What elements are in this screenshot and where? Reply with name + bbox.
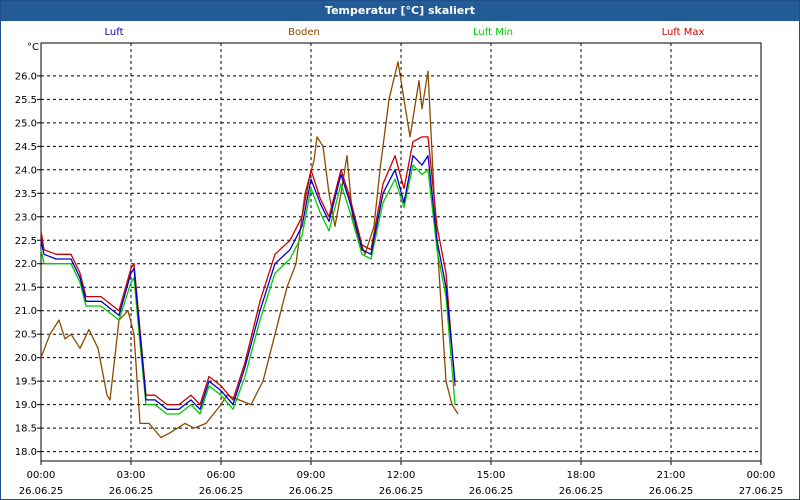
x-tick-time-label: 00:00 [27, 470, 56, 481]
y-tick-label: 22.5 [15, 236, 37, 247]
y-tick-label: 25.5 [15, 95, 37, 106]
y-tick-label: 23.0 [15, 212, 37, 223]
x-tick-date-label: 26.06.25 [199, 486, 244, 497]
y-tick-label: 18.5 [15, 424, 37, 435]
legend-entry-luft: Luft [105, 27, 124, 38]
y-tick-label: 21.5 [15, 283, 37, 294]
y-tick-label: 20.5 [15, 330, 37, 341]
line-chart: 18.0 18.5 19.0 19.5 20.0 20.5 21.0 21.5 22.0 22.5… [15, 27, 784, 497]
x-tick-date-label: 26.06.25 [559, 486, 604, 497]
x-tick-date-label: 27.06.25 [739, 486, 784, 497]
y-tick-label: 26.0 [15, 71, 37, 82]
y-tick-label: 21.0 [15, 306, 37, 317]
y-tick-label: 19.5 [15, 377, 37, 388]
y-tick-label: 24.5 [15, 142, 37, 153]
y-tick-label: 20.0 [15, 353, 37, 364]
grid-lines [41, 43, 761, 461]
chart-window: Temperatur [°C] skaliert 18.0 18.5 19.0 19.… [0, 0, 800, 500]
x-tick-date-label: 26.06.25 [469, 486, 514, 497]
y-axis: 18.0 18.5 19.0 19.5 20.0 20.5 21.0 21.5 22.0 22.5… [15, 71, 41, 458]
x-tick-time-label: 12:00 [387, 470, 416, 481]
x-tick-date-label: 26.06.25 [109, 486, 154, 497]
legend: Luft Boden Luft Min Luft Max [105, 27, 705, 38]
y-axis-unit-label: °C [27, 42, 39, 53]
y-tick-label: 24.0 [15, 165, 37, 176]
x-tick-time-label: 00:00 [747, 470, 776, 481]
x-tick-date-label: 26.06.25 [379, 486, 424, 497]
legend-entry-luft-max: Luft Max [662, 27, 705, 38]
legend-entry-boden: Boden [288, 27, 320, 38]
x-tick-date-label: 26.06.25 [19, 486, 64, 497]
x-tick-date-label: 26.06.25 [649, 486, 694, 497]
y-tick-label: 18.0 [15, 447, 37, 458]
y-tick-label: 19.0 [15, 400, 37, 411]
y-tick-label: 25.0 [15, 118, 37, 129]
y-tick-label: 23.5 [15, 189, 37, 200]
x-tick-time-label: 21:00 [657, 470, 686, 481]
x-tick-time-label: 03:00 [117, 470, 146, 481]
y-tick-label: 22.0 [15, 259, 37, 270]
x-tick-time-label: 15:00 [477, 470, 506, 481]
x-tick-time-label: 09:00 [297, 470, 326, 481]
x-tick-time-label: 06:00 [207, 470, 236, 481]
x-tick-date-label: 26.06.25 [289, 486, 334, 497]
x-tick-time-label: 18:00 [567, 470, 596, 481]
x-axis: 00:00 26.06.25 03:00 26.06.25 06:00 26.06.25 0… [19, 461, 784, 497]
legend-entry-luft-min: Luft Min [473, 27, 513, 38]
